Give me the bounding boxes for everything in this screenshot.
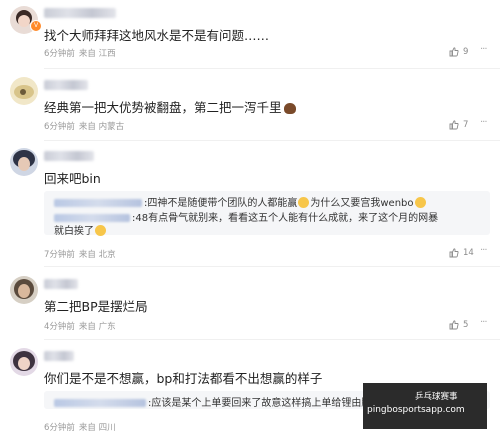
reply-box[interactable]: :四神不是随便带个团队的人都能赢 为什么又要宫我wenbo :48有点骨气就别来，… (44, 191, 490, 237)
comment-text: 经典第一把大优势被翻盘，第二把一泻千里 (44, 97, 296, 116)
comment-text: 你们是不是不想赢，bp和打法都看不出想赢的样子 (44, 371, 323, 386)
comment-meta: 6分钟前 来自 江西 (44, 47, 120, 59)
like-button[interactable]: 14 (449, 248, 474, 258)
divider (44, 339, 500, 340)
like-button[interactable]: 7 (449, 120, 468, 130)
avatar[interactable] (10, 348, 38, 376)
comment-text-content: 经典第一把大优势被翻盘，第二把一泻千里 (44, 100, 282, 115)
comment-location: 来自 内蒙古 (78, 122, 125, 132)
laugh-emoji-icon (95, 225, 106, 236)
like-count: 7 (463, 120, 469, 130)
comment-text: 第二把BP是摆烂局 (44, 299, 148, 314)
comment-meta: 7分钟前 来自 北京 (44, 248, 120, 260)
comment-location: 来自 江西 (78, 49, 116, 59)
avatar[interactable] (10, 148, 38, 176)
username-blurred[interactable] (44, 80, 88, 90)
reply-username-blurred[interactable] (54, 214, 130, 222)
comment-location: 来自 广东 (78, 322, 116, 332)
more-icon[interactable]: ··· (480, 317, 487, 328)
reply-text: 为什么又要宫我wenbo (310, 198, 414, 209)
reply-line: :48有点骨气就别来，看看这五个人能有什么成就，来了这个月的网暴 (54, 209, 438, 224)
comment-meta: 4分钟前 来自 广东 (44, 320, 120, 332)
reply-line: :四神不是随便带个团队的人都能赢 为什么又要宫我wenbo (54, 194, 427, 209)
divider (44, 68, 500, 69)
vip-badge-icon: V (30, 20, 42, 32)
comment-time: 6分钟前 (44, 423, 75, 433)
reply-username-blurred[interactable] (54, 399, 146, 407)
smile-emoji-icon (414, 197, 426, 208)
reply-username-blurred[interactable] (54, 199, 142, 207)
watermark-url: pingbosportsapp.com (367, 405, 465, 415)
thumbs-up-icon (449, 248, 459, 258)
watermark-overlay: 乒乓球赛事 pingbosportsapp.com (363, 383, 487, 429)
thumbs-up-icon (449, 47, 459, 57)
thumbs-up-icon (449, 120, 459, 130)
reply-text: :48有点骨气就别来，看看这五个人能有什么成就，来了这个月的网暴 (132, 213, 439, 224)
divider (44, 266, 500, 267)
reply-text: :应该是某个上单要回来了故意这样搞上单给锂由腾位置 (148, 398, 392, 409)
grin-emoji-icon (298, 197, 310, 208)
comment-location: 来自 北京 (78, 250, 116, 260)
username-blurred[interactable] (44, 151, 94, 161)
username-blurred[interactable] (44, 279, 78, 289)
comment-time: 6分钟前 (44, 49, 75, 59)
like-count: 5 (463, 320, 469, 330)
comment-meta: 6分钟前 来自 内蒙古 (44, 120, 128, 132)
more-icon[interactable]: ··· (480, 117, 487, 128)
like-count: 14 (463, 248, 474, 258)
reply-line: 就白挨了 (54, 222, 107, 237)
comment-meta: 6分钟前 来自 四川 (44, 421, 120, 433)
divider (44, 140, 500, 141)
thumbs-up-icon (449, 320, 459, 330)
watermark-title: 乒乓球赛事 (415, 392, 458, 402)
like-button[interactable]: 9 (449, 47, 468, 57)
comment-text: 找个大师拜拜这地风水是不是有问题…… (44, 28, 270, 43)
more-icon[interactable]: ··· (480, 245, 487, 256)
poop-emoji-icon (283, 103, 296, 114)
like-count: 9 (463, 47, 469, 57)
comment-location: 来自 四川 (78, 423, 116, 433)
more-icon[interactable]: ··· (480, 44, 487, 55)
avatar[interactable] (10, 276, 38, 304)
comment-time: 4分钟前 (44, 322, 75, 332)
like-button[interactable]: 5 (449, 320, 468, 330)
comment-time: 6分钟前 (44, 122, 75, 132)
reply-line: :应该是某个上单要回来了故意这样搞上单给锂由腾位置 (54, 394, 391, 409)
comment-time: 7分钟前 (44, 250, 75, 260)
username-blurred[interactable] (44, 8, 116, 18)
comment-text: 回来吧bin (44, 171, 101, 186)
avatar[interactable] (10, 77, 38, 105)
username-blurred[interactable] (44, 351, 74, 361)
reply-text: :四神不是随便带个团队的人都能赢 (144, 198, 298, 209)
reply-text: 就白挨了 (54, 226, 94, 237)
